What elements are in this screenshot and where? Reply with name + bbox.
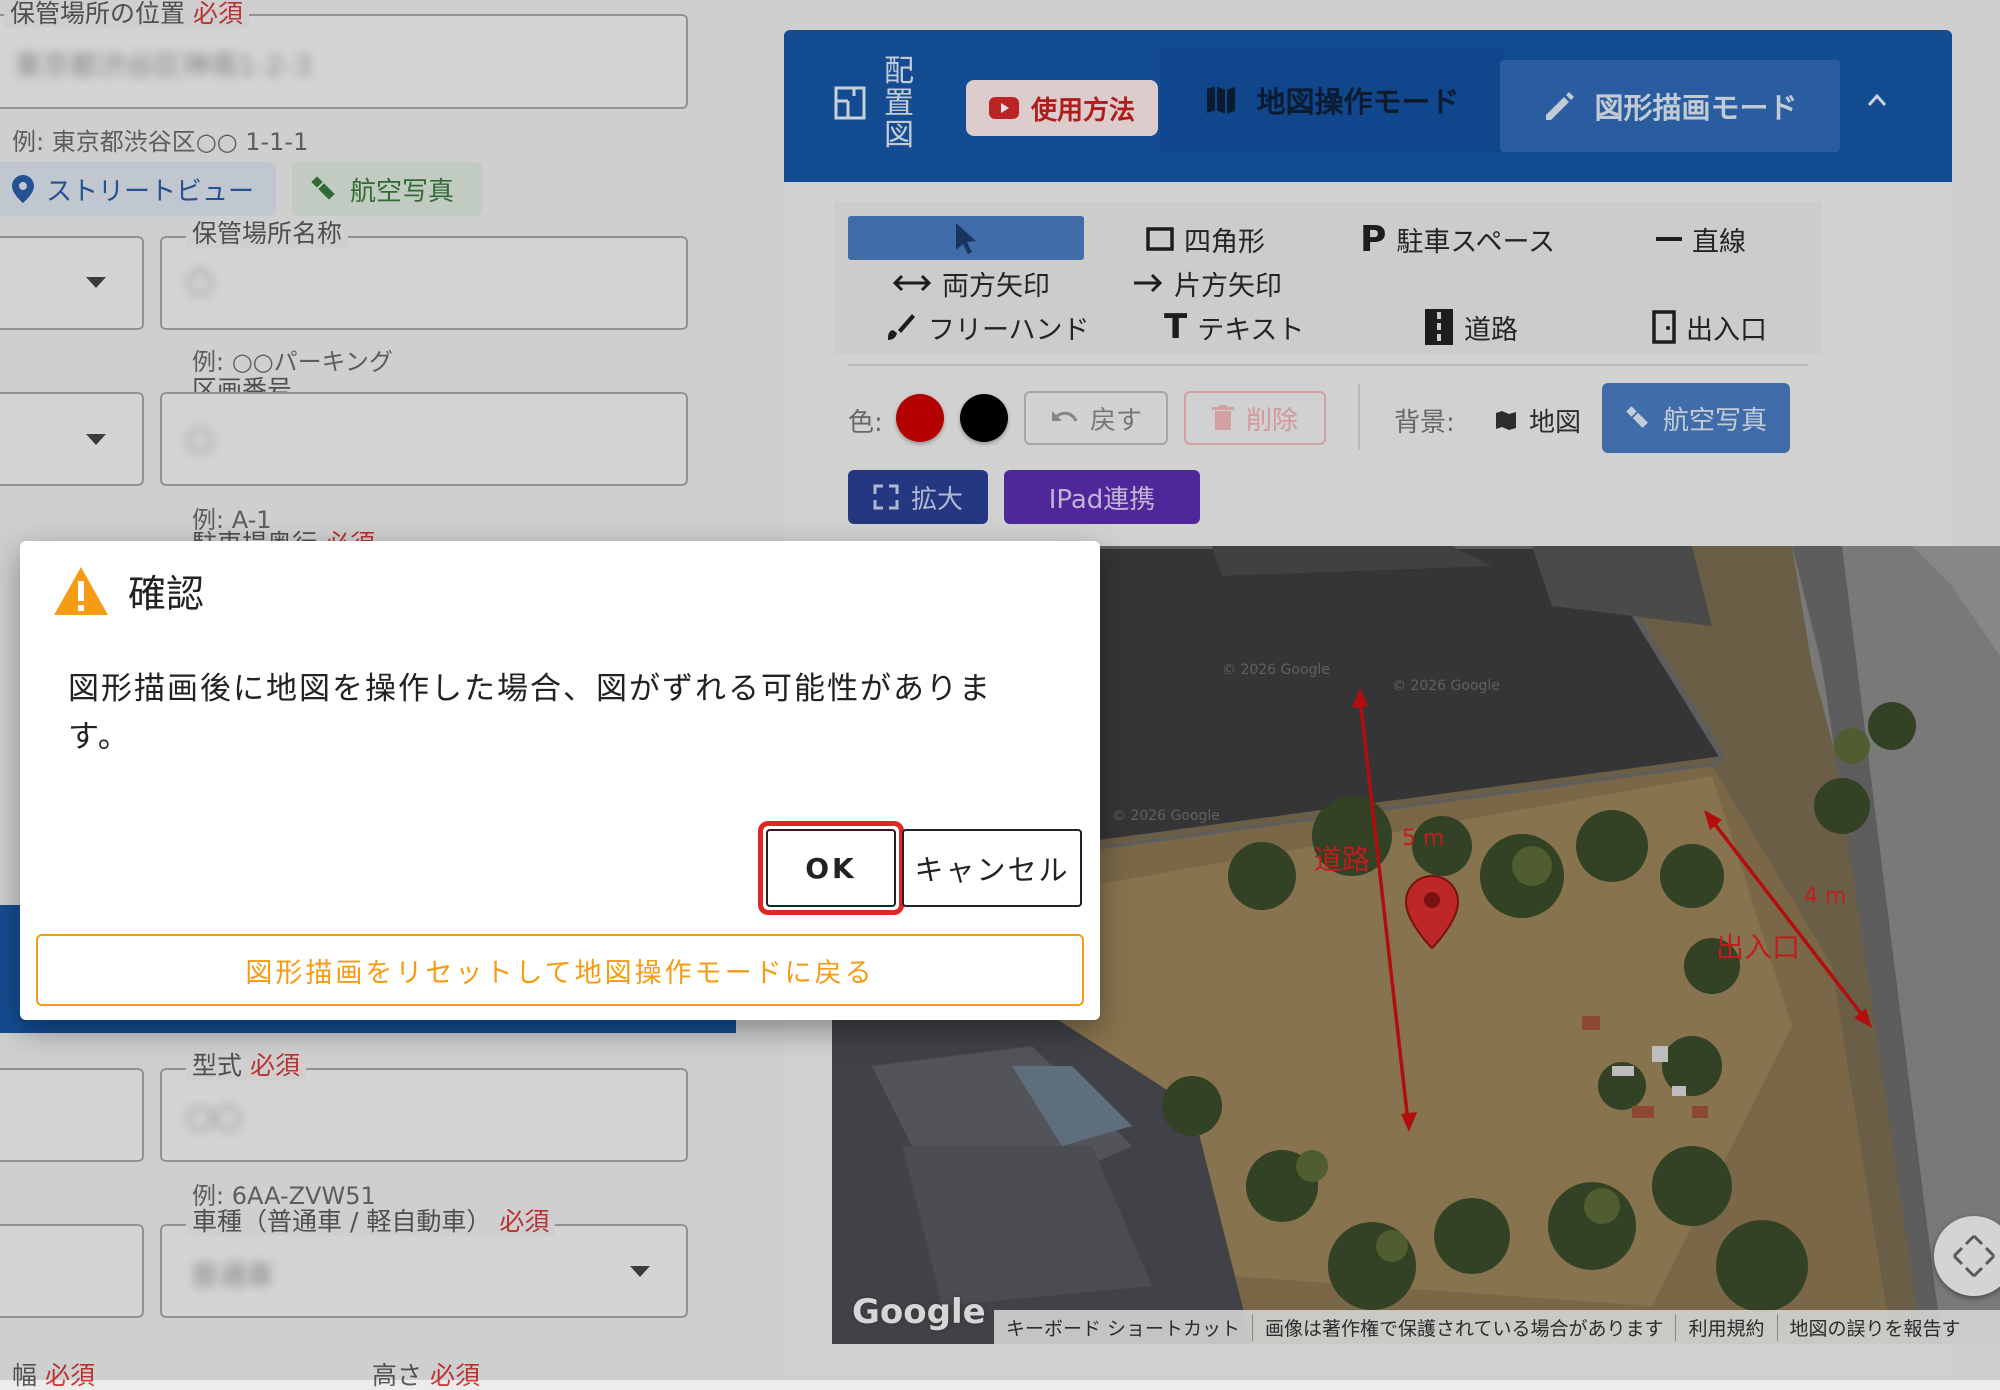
dialog-title: 確認 bbox=[128, 572, 205, 616]
cancel-button[interactable]: キャンセル bbox=[902, 829, 1082, 907]
ok-button[interactable]: OK bbox=[766, 829, 896, 907]
warning-icon bbox=[54, 567, 108, 615]
dialog-message: 図形描画後に地図を操作した場合、図がずれる可能性があります。 bbox=[68, 671, 992, 755]
reset-button[interactable]: 図形描画をリセットして地図操作モードに戻る bbox=[36, 934, 1084, 1006]
confirm-dialog: 確認 図形描画後に地図を操作した場合、図がずれる可能性があります。 OK キャン… bbox=[20, 541, 1100, 1020]
